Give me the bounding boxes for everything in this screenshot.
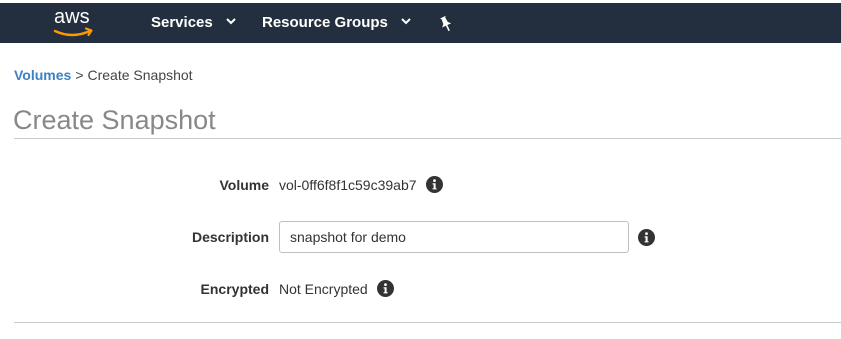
services-label: Services xyxy=(151,14,213,31)
aws-logo[interactable]: aws xyxy=(52,6,100,40)
volume-info-icon[interactable] xyxy=(426,176,443,193)
encrypted-label: Encrypted xyxy=(200,281,269,297)
encrypted-value: Not Encrypted xyxy=(279,281,368,297)
volume-label: Volume xyxy=(219,177,269,193)
description-label: Description xyxy=(191,229,269,245)
volume-id-value: vol-0ff6f8f1c59c39ab7 xyxy=(279,177,417,193)
resource-groups-label: Resource Groups xyxy=(262,14,388,31)
resource-groups-menu[interactable]: Resource Groups xyxy=(262,3,411,43)
pin-icon[interactable] xyxy=(437,15,455,33)
encrypted-info-icon[interactable] xyxy=(377,280,394,297)
title-divider xyxy=(14,138,841,139)
page-title: Create Snapshot xyxy=(13,105,216,135)
encrypted-row: Encrypted Not Encrypted xyxy=(0,273,841,305)
description-input[interactable] xyxy=(279,221,629,253)
aws-smile-icon xyxy=(53,27,93,37)
breadcrumb-separator: > xyxy=(75,67,84,83)
breadcrumb-current: Create Snapshot xyxy=(87,67,193,83)
chevron-down-icon xyxy=(401,17,411,24)
chevron-down-icon xyxy=(226,17,236,24)
breadcrumb-volumes-link[interactable]: Volumes xyxy=(14,67,71,83)
description-info-icon[interactable] xyxy=(638,229,655,246)
top-navigation-bar: aws Services Resource Groups xyxy=(0,0,841,43)
services-menu[interactable]: Services xyxy=(151,3,236,43)
form-bottom-divider xyxy=(14,322,841,323)
volume-row: Volume vol-0ff6f8f1c59c39ab7 xyxy=(0,169,841,201)
breadcrumb: Volumes > Create Snapshot xyxy=(14,67,193,83)
